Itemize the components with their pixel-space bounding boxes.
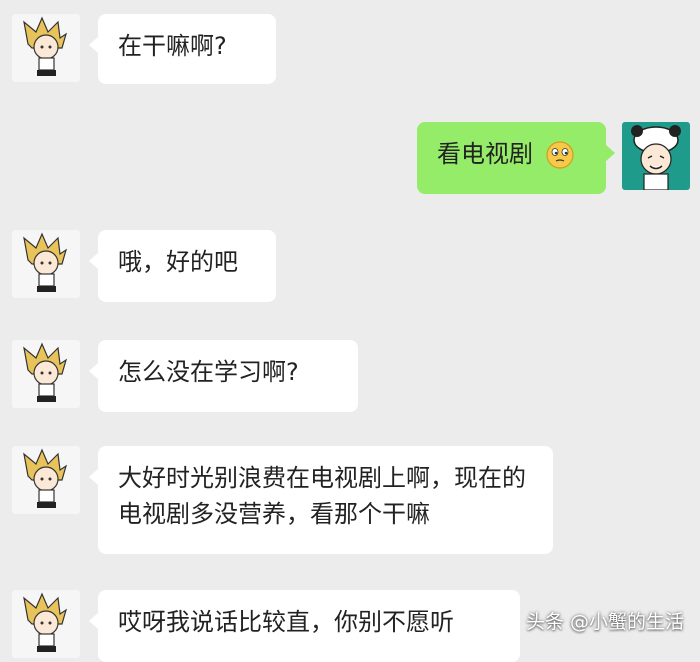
message-text: 大好时光别浪费在电视剧上啊，现在的电视剧多没营养，看那个干嘛	[118, 464, 526, 528]
message-bubble[interactable]: 大好时光别浪费在电视剧上啊，现在的电视剧多没营养，看那个干嘛	[89, 446, 553, 554]
message-text: 在干嘛啊?	[118, 32, 227, 60]
message-text: 看电视剧	[437, 140, 533, 168]
message-text: 哎呀我说话比较直，你别不愿听	[118, 608, 454, 636]
message-bubble[interactable]: 哎呀我说话比较直，你别不愿听	[89, 590, 520, 662]
message-text: 哦，好的吧	[118, 248, 238, 276]
contact-avatar[interactable]	[12, 230, 80, 298]
smirk-emoji-icon	[546, 141, 574, 169]
panda-hat-cartoon-icon	[622, 122, 690, 190]
blonde-cartoon-boy-icon	[23, 342, 68, 402]
message-bubble[interactable]: 在干嘛啊?	[89, 14, 276, 84]
contact-avatar[interactable]	[12, 14, 80, 82]
message-bubble[interactable]: 哦，好的吧	[89, 230, 276, 302]
message-bubble[interactable]: 看电视剧	[417, 122, 615, 194]
contact-avatar[interactable]	[12, 340, 80, 408]
blonde-cartoon-boy-icon	[23, 232, 68, 292]
message-text: 怎么没在学习啊?	[118, 358, 299, 386]
contact-avatar[interactable]	[12, 446, 80, 514]
self-avatar[interactable]	[622, 122, 690, 190]
blonde-cartoon-boy-icon	[23, 16, 68, 76]
blonde-cartoon-boy-icon	[23, 448, 68, 508]
message-bubble[interactable]: 怎么没在学习啊?	[89, 340, 358, 412]
watermark-label: 头条 @小蟹的生活	[525, 611, 684, 633]
